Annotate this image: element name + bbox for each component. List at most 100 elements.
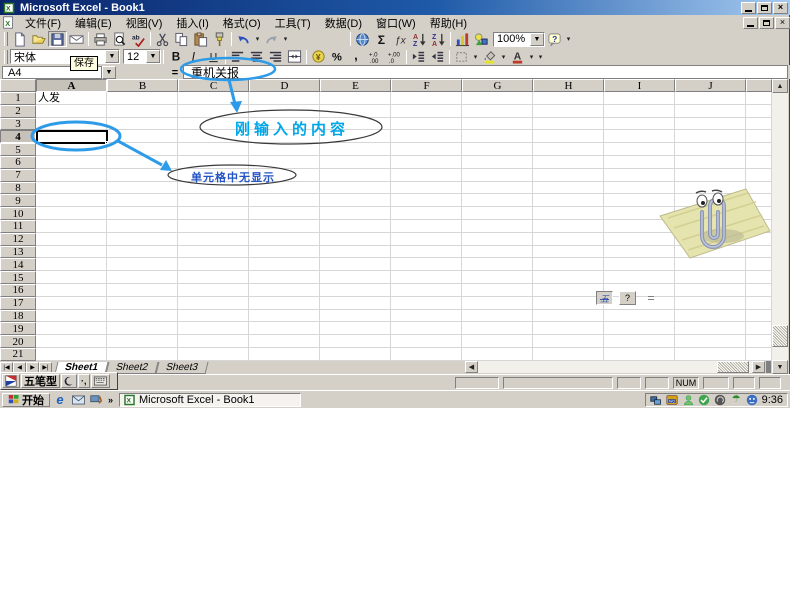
row-header-5[interactable]: 5 [0, 143, 36, 156]
row-header-2[interactable]: 2 [0, 104, 36, 118]
cell-i11[interactable] [604, 219, 675, 233]
cell-j18[interactable] [675, 309, 746, 323]
cell-e10[interactable] [320, 207, 391, 220]
cell-j21[interactable] [675, 347, 746, 361]
cell-f20[interactable] [391, 335, 462, 348]
cell-d2[interactable] [249, 104, 320, 118]
row-header-12[interactable]: 12 [0, 232, 36, 246]
align-center-button[interactable] [247, 49, 266, 65]
row-header-15[interactable]: 15 [0, 271, 36, 284]
align-right-button[interactable] [266, 49, 285, 65]
cell-e16[interactable] [320, 283, 391, 297]
cell-a8[interactable] [36, 181, 107, 195]
cell-e12[interactable] [320, 232, 391, 246]
cell-b17[interactable] [107, 296, 178, 310]
cell-h3[interactable] [533, 117, 604, 131]
tray-network-icon[interactable] [650, 394, 663, 407]
clock[interactable]: 9:36 [762, 394, 783, 406]
cell-f2[interactable] [391, 104, 462, 118]
menu-item-2[interactable]: 视图(V) [119, 14, 170, 32]
cell-c15[interactable] [178, 271, 249, 284]
show-desktop-quicklaunch-icon[interactable] [88, 393, 104, 407]
cell-f1[interactable] [391, 92, 462, 105]
dec-decimal-button[interactable]: +.00.0 [385, 49, 404, 65]
cell-a7[interactable] [36, 168, 107, 182]
cell-a10[interactable] [36, 207, 107, 220]
cell-a11[interactable] [36, 219, 107, 233]
cell-c13[interactable] [178, 245, 249, 259]
cell-f13[interactable] [391, 245, 462, 259]
column-header-b[interactable]: B [107, 79, 178, 92]
cell-a21[interactable] [36, 347, 107, 361]
cell-e14[interactable] [320, 258, 391, 272]
inc-decimal-button[interactable]: +.0.00 [366, 49, 385, 65]
cell-e5[interactable] [320, 143, 391, 156]
cell-h4[interactable] [533, 130, 604, 144]
cell-e4[interactable] [320, 130, 391, 144]
cell-h5[interactable] [533, 143, 604, 156]
cell-b20[interactable] [107, 335, 178, 348]
zoom-combobox[interactable]: 100% ▼ [493, 31, 545, 47]
cell-b3[interactable] [107, 117, 178, 131]
tab-split-handle[interactable] [766, 361, 771, 373]
cell-b10[interactable] [107, 207, 178, 220]
tray-check-icon[interactable] [698, 394, 711, 407]
tray-swirl-icon[interactable] [714, 394, 727, 407]
row-header-21[interactable]: 21 [0, 347, 36, 361]
menu-item-6[interactable]: 数据(D) [318, 14, 369, 32]
cell-j2[interactable] [675, 104, 746, 118]
cell-h2[interactable] [533, 104, 604, 118]
cell-a18[interactable] [36, 309, 107, 323]
cell-j15[interactable] [675, 271, 746, 284]
toolbar-grip[interactable] [4, 32, 8, 46]
cell-a3[interactable] [36, 117, 107, 131]
cell-k17[interactable] [746, 296, 772, 310]
cell-k10[interactable] [746, 207, 772, 220]
cell-c12[interactable] [178, 232, 249, 246]
cell-k2[interactable] [746, 104, 772, 118]
borders-button[interactable] [452, 49, 471, 65]
chart-button[interactable] [453, 31, 472, 47]
cell-c10[interactable] [178, 207, 249, 220]
cell-k9[interactable] [746, 194, 772, 208]
cell-a20[interactable] [36, 335, 107, 348]
cell-i2[interactable] [604, 104, 675, 118]
cell-j10[interactable] [675, 207, 746, 220]
currency-button[interactable]: ¥ [309, 49, 328, 65]
cell-e1[interactable] [320, 92, 391, 105]
menu-item-8[interactable]: 帮助(H) [423, 14, 474, 32]
row-header-16[interactable]: 16 [0, 283, 36, 297]
column-header-c[interactable]: C [178, 79, 249, 92]
drawing-button[interactable] [472, 31, 491, 47]
cell-b5[interactable] [107, 143, 178, 156]
cell-g9[interactable] [462, 194, 533, 208]
ime-punctuation-icon[interactable]: ·, [78, 374, 90, 388]
worksheet-grid[interactable]: ABCDEFGHIJ 1 人发 2 3 4 5 6 7 8 9 10 11 12 13 14 15 16 17 18… [0, 79, 772, 361]
row-header-9[interactable]: 9 [0, 194, 36, 208]
cell-e9[interactable] [320, 194, 391, 208]
row-header-17[interactable]: 17 [0, 296, 36, 310]
cell-d12[interactable] [249, 232, 320, 246]
cell-g4[interactable] [462, 130, 533, 144]
cell-f10[interactable] [391, 207, 462, 220]
dec-indent-button[interactable] [409, 49, 428, 65]
horizontal-scroll-thumb[interactable] [717, 361, 749, 373]
cell-e19[interactable] [320, 322, 391, 336]
cell-j19[interactable] [675, 322, 746, 336]
vertical-scroll-thumb[interactable] [772, 325, 788, 347]
float-wubi-button[interactable]: 五 [596, 291, 613, 305]
cell-d20[interactable] [249, 335, 320, 348]
dropdown-arrow[interactable]: ▾ [253, 31, 262, 47]
cell-g1[interactable] [462, 92, 533, 105]
cell-h8[interactable] [533, 181, 604, 195]
cell-g20[interactable] [462, 335, 533, 348]
cell-b13[interactable] [107, 245, 178, 259]
cell-g13[interactable] [462, 245, 533, 259]
cell-c20[interactable] [178, 335, 249, 348]
cell-f8[interactable] [391, 181, 462, 195]
menu-item-4[interactable]: 格式(O) [216, 14, 268, 32]
cell-d13[interactable] [249, 245, 320, 259]
cell-e18[interactable] [320, 309, 391, 323]
cell-d15[interactable] [249, 271, 320, 284]
cell-c1[interactable] [178, 92, 249, 105]
